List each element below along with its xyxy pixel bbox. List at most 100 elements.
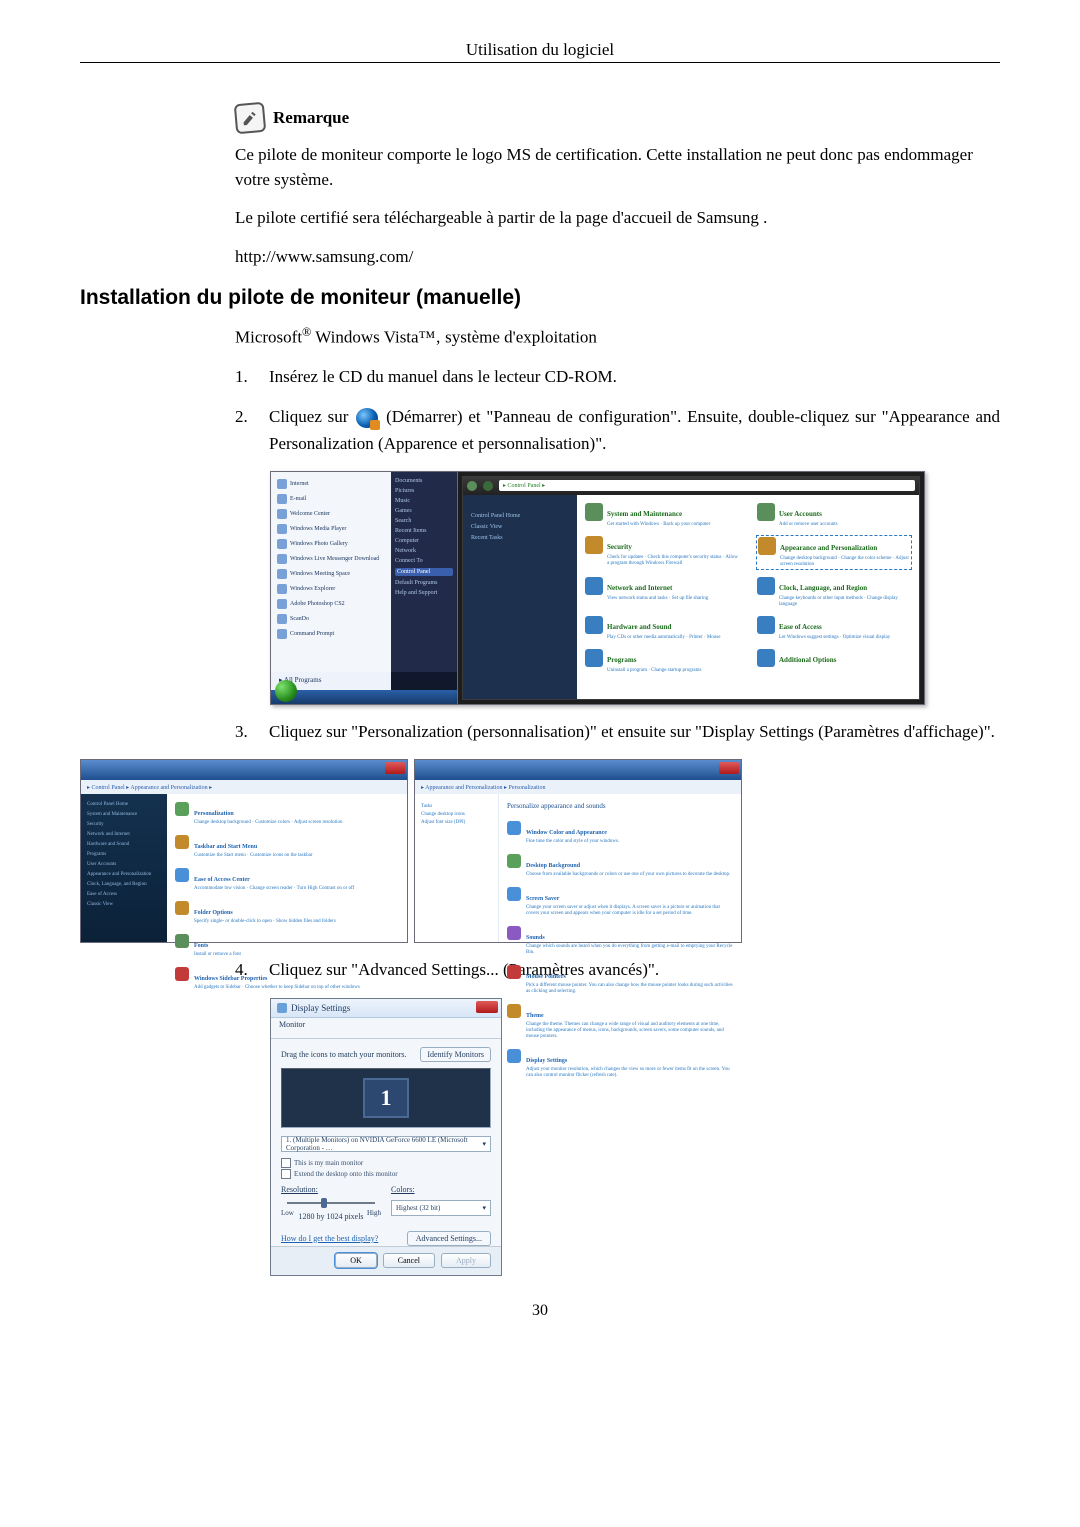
pers-side-item[interactable]: Change desktop icons xyxy=(421,812,492,817)
category-icon xyxy=(758,537,776,555)
cp-breadcrumb[interactable]: ▸ Control Panel ▸ xyxy=(499,480,915,491)
pers-item[interactable]: Desktop BackgroundChoose from available … xyxy=(507,854,733,878)
pers-item[interactable]: Mouse PointersPick a different mouse poi… xyxy=(507,965,733,995)
appearance-side-item[interactable]: Network and Internet xyxy=(87,832,161,837)
appearance-breadcrumb[interactable]: ▸ Control Panel ▸ Appearance and Persona… xyxy=(81,780,407,795)
appearance-item[interactable]: FontsInstall or remove a font xyxy=(175,934,399,958)
resolution-slider[interactable]: Low High xyxy=(281,1198,381,1208)
pers-side-item[interactable]: Adjust font size (DPI) xyxy=(421,820,492,825)
appearance-side-item[interactable]: Programs xyxy=(87,852,161,857)
item-icon xyxy=(507,1004,521,1018)
appearance-item[interactable]: Windows Sidebar PropertiesAdd gadgets to… xyxy=(175,967,399,991)
item-icon xyxy=(507,1049,521,1063)
slider-thumb-icon[interactable] xyxy=(321,1198,327,1208)
start-menu-right-item[interactable]: Control Panel xyxy=(395,568,453,576)
cp-side-item[interactable]: Control Panel Home xyxy=(471,513,569,519)
start-menu-right-item[interactable]: Computer xyxy=(395,538,453,544)
pers-item[interactable]: SoundsChange which sounds are heard when… xyxy=(507,926,733,956)
apply-button[interactable]: Apply xyxy=(441,1253,491,1268)
pers-item[interactable]: Display SettingsAdjust your monitor reso… xyxy=(507,1049,733,1079)
resolution-label: Resolution: xyxy=(281,1185,381,1194)
appearance-window: ▸ Control Panel ▸ Appearance and Persona… xyxy=(80,759,408,943)
appearance-side-item[interactable]: Hardware and Sound xyxy=(87,842,161,847)
start-menu-right-item[interactable]: Network xyxy=(395,548,453,554)
app-icon xyxy=(277,539,287,549)
display-settings-window: Display Settings Monitor Drag the icons … xyxy=(270,998,502,1276)
chk-extend-desktop[interactable]: Extend the desktop onto this monitor xyxy=(281,1169,491,1179)
cp-category[interactable]: System and MaintenanceGet started with W… xyxy=(585,503,739,528)
remarque-label: Remarque xyxy=(273,108,349,128)
start-menu-item[interactable]: E-mail xyxy=(277,493,387,505)
start-menu-right-item[interactable]: Games xyxy=(395,508,453,514)
cp-category[interactable]: ProgramsUninstall a program · Change sta… xyxy=(585,649,739,674)
start-menu-item[interactable]: Windows Live Messenger Download xyxy=(277,553,387,565)
back-icon[interactable] xyxy=(467,481,477,491)
start-menu-item[interactable]: Welcome Center xyxy=(277,508,387,520)
monitor-select[interactable]: 1. (Multiple Monitors) on NVIDIA GeForce… xyxy=(281,1136,491,1152)
appearance-side-item[interactable]: Control Panel Home xyxy=(87,802,161,807)
chk-main-monitor[interactable]: This is my main monitor xyxy=(281,1158,491,1168)
start-menu-right-item[interactable]: Default Programs xyxy=(395,580,453,586)
pers-item[interactable]: Screen SaverChange your screen saver or … xyxy=(507,887,733,917)
start-menu-right-item[interactable]: Search xyxy=(395,518,453,524)
forward-icon[interactable] xyxy=(483,481,493,491)
start-menu-item[interactable]: Windows Meeting Space xyxy=(277,568,387,580)
start-menu-item[interactable]: Command Prompt xyxy=(277,628,387,640)
appearance-side-item[interactable]: Classic View xyxy=(87,902,161,907)
app-icon xyxy=(277,494,287,504)
cancel-button[interactable]: Cancel xyxy=(383,1253,435,1268)
start-button-icon[interactable] xyxy=(275,680,297,702)
appearance-side-item[interactable]: User Accounts xyxy=(87,862,161,867)
step-2: 2. Cliquez sur (Démarrer) et "Panneau de… xyxy=(235,404,1000,457)
ds-tab-monitor[interactable]: Monitor xyxy=(271,1018,501,1039)
start-menu-right-item[interactable]: Connect To xyxy=(395,558,453,564)
cp-category[interactable]: Network and InternetView network status … xyxy=(585,577,739,608)
advanced-settings-button[interactable]: Advanced Settings... xyxy=(407,1231,491,1246)
start-menu-right-item[interactable]: Help and Support xyxy=(395,590,453,596)
pers-side-item[interactable]: Tasks xyxy=(421,804,492,809)
appearance-side-item[interactable]: System and Maintenance xyxy=(87,812,161,817)
close-icon[interactable] xyxy=(719,762,739,774)
cp-category[interactable]: Hardware and SoundPlay CDs or other medi… xyxy=(585,616,739,641)
cp-category[interactable]: Clock, Language, and RegionChange keyboa… xyxy=(757,577,911,608)
start-menu-item[interactable]: Internet xyxy=(277,478,387,490)
help-link[interactable]: How do I get the best display? xyxy=(281,1234,378,1243)
start-menu-item[interactable]: ScanDo xyxy=(277,613,387,625)
appearance-item[interactable]: Taskbar and Start MenuCustomize the Star… xyxy=(175,835,399,859)
pers-item[interactable]: ThemeChange the theme. Themes can change… xyxy=(507,1004,733,1040)
close-icon[interactable] xyxy=(385,762,405,774)
ds-preview[interactable]: 1 xyxy=(281,1068,491,1128)
appearance-side-item[interactable]: Security xyxy=(87,822,161,827)
start-menu-right-item[interactable]: Pictures xyxy=(395,488,453,494)
cp-category[interactable]: Ease of AccessLet Windows suggest settin… xyxy=(757,616,911,641)
cp-category[interactable]: Appearance and PersonalizationChange des… xyxy=(757,536,911,569)
ok-button[interactable]: OK xyxy=(335,1253,377,1268)
personalization-breadcrumb[interactable]: ▸ Appearance and Personalization ▸ Perso… xyxy=(415,780,741,795)
cp-side-item[interactable]: Classic View xyxy=(471,524,569,530)
start-menu-right-item[interactable]: Documents xyxy=(395,478,453,484)
start-menu-right-item[interactable]: Music xyxy=(395,498,453,504)
appearance-item[interactable]: Ease of Access CenterAccommodate low vis… xyxy=(175,868,399,892)
step-2-pre: Cliquez sur xyxy=(269,407,348,426)
cp-side-item[interactable]: Recent Tasks xyxy=(471,535,569,541)
appearance-side-item[interactable]: Clock, Language, and Region xyxy=(87,882,161,887)
app-icon xyxy=(277,509,287,519)
close-icon[interactable] xyxy=(476,1001,498,1013)
appearance-item[interactable]: PersonalizationChange desktop background… xyxy=(175,802,399,826)
start-menu-item[interactable]: Adobe Photoshop CS2 xyxy=(277,598,387,610)
identify-monitors-button[interactable]: Identify Monitors xyxy=(420,1047,491,1062)
monitor-1-icon[interactable]: 1 xyxy=(363,1078,409,1118)
start-menu-item[interactable]: Windows Explorer xyxy=(277,583,387,595)
appearance-item[interactable]: Folder OptionsSpecify single- or double-… xyxy=(175,901,399,925)
colors-select[interactable]: Highest (32 bit)▾ xyxy=(391,1200,491,1216)
appearance-side-item[interactable]: Ease of Access xyxy=(87,892,161,897)
start-menu-item[interactable]: Windows Media Player xyxy=(277,523,387,535)
cp-category[interactable]: SecurityCheck for updates · Check this c… xyxy=(585,536,739,569)
start-menu-right-item[interactable]: Recent Items xyxy=(395,528,453,534)
os-line-rest: Windows Vista™‚ système d'exploitation xyxy=(311,327,597,346)
cp-category[interactable]: Additional Options xyxy=(757,649,911,674)
pers-item[interactable]: Window Color and AppearanceFine tune the… xyxy=(507,821,733,845)
start-menu-item[interactable]: Windows Photo Gallery xyxy=(277,538,387,550)
cp-category[interactable]: User AccountsAdd or remove user accounts xyxy=(757,503,911,528)
appearance-side-item[interactable]: Appearance and Personalization xyxy=(87,872,161,877)
